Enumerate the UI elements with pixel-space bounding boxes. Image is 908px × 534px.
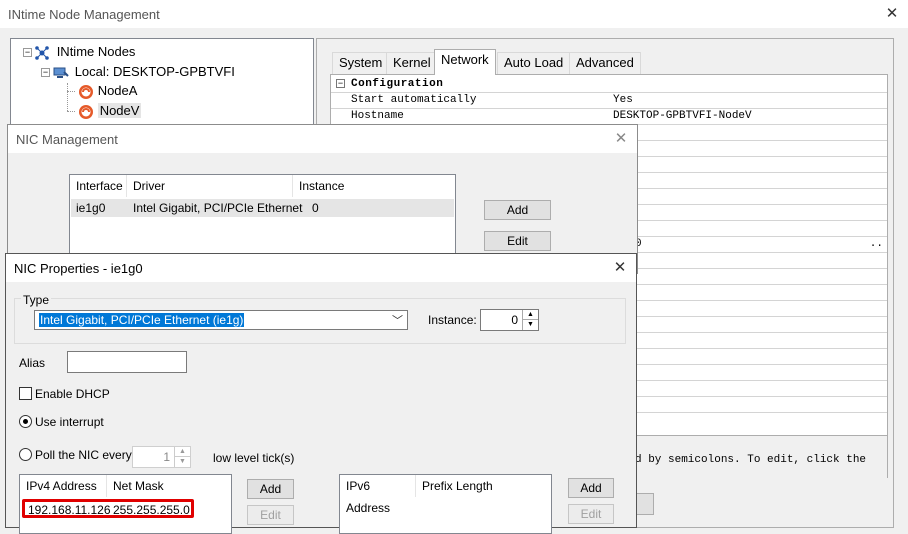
nic-mgmt-close-icon[interactable]: ✕ bbox=[613, 131, 629, 147]
spin-up-icon[interactable]: ▲ bbox=[174, 447, 190, 457]
tree-local[interactable]: − Local: DESKTOP-GPBTVFI bbox=[41, 64, 235, 80]
tree-local-label: Local: DESKTOP-GPBTVFI bbox=[74, 64, 235, 79]
collapse-icon[interactable]: − bbox=[23, 48, 32, 58]
poll-stepper[interactable]: 1 ▲ ▼ bbox=[132, 446, 191, 468]
main-bottom-button[interactable] bbox=[634, 493, 654, 515]
tree-node-label: NodeV bbox=[97, 103, 142, 118]
tab-system[interactable]: System bbox=[332, 52, 390, 74]
poll-label: Poll the NIC every bbox=[35, 448, 132, 462]
tab-network[interactable]: Network bbox=[434, 49, 496, 75]
tree-root-label: INtime Nodes bbox=[56, 44, 136, 59]
enable-dhcp-checkbox[interactable] bbox=[19, 387, 32, 400]
type-dropdown[interactable]: Intel Gigabit, PCI/PCIe Ethernet (ie1g) … bbox=[34, 310, 408, 330]
grid-row[interactable]: Start automatically Yes bbox=[331, 93, 887, 109]
description-text: d by semicolons. To edit, click the bbox=[635, 454, 867, 466]
grid-key: Hostname bbox=[351, 110, 404, 122]
poll-radio[interactable] bbox=[19, 448, 32, 461]
alias-input[interactable] bbox=[67, 351, 187, 373]
collapse-icon[interactable]: − bbox=[336, 79, 345, 88]
network-nodes-icon bbox=[35, 46, 50, 60]
nic-interface: ie1g0 bbox=[76, 201, 106, 215]
node-tree: − INtime Nodes − Local: DESKTOP-GPBTVFI … bbox=[10, 38, 314, 130]
column-header-prefix-length[interactable]: Prefix Length bbox=[416, 475, 551, 497]
nic-mgmt-title-bar: NIC Management bbox=[8, 125, 637, 153]
grid-section[interactable]: − Configuration bbox=[331, 76, 887, 93]
tab-auto-load[interactable]: Auto Load bbox=[497, 52, 571, 74]
grid-row[interactable]: Hostname DESKTOP-GPBTVFI-NodeV bbox=[331, 109, 887, 125]
tab-advanced[interactable]: Advanced bbox=[569, 52, 641, 74]
grid-value: DESKTOP-GPBTVFI-NodeV bbox=[613, 110, 752, 122]
type-dropdown-value: Intel Gigabit, PCI/PCIe Ethernet (ie1g) bbox=[39, 313, 245, 327]
grid-section-label: Configuration bbox=[351, 78, 444, 90]
ipv6-add-button[interactable]: Add bbox=[568, 478, 614, 498]
nic-properties-window: NIC Properties - ie1g0 ✕ Type Intel Giga… bbox=[5, 253, 637, 534]
column-header-ipv4-address[interactable]: IPv4 Address bbox=[20, 475, 107, 497]
nic-props-title-bar: NIC Properties - ie1g0 bbox=[6, 254, 636, 282]
column-header-driver[interactable]: Driver bbox=[127, 175, 293, 197]
nic-props-title: NIC Properties - ie1g0 bbox=[14, 260, 143, 276]
nic-edit-button[interactable]: Edit bbox=[484, 231, 551, 251]
main-title-bar: INtime Node Management bbox=[0, 0, 908, 28]
tree-node-label: NodeA bbox=[97, 83, 138, 98]
type-label: Type bbox=[21, 293, 52, 307]
spin-up-icon[interactable]: ▲ bbox=[522, 310, 538, 320]
ellipsis-button[interactable]: .. bbox=[870, 238, 883, 250]
column-header-instance[interactable]: Instance bbox=[293, 175, 453, 197]
main-close-icon[interactable]: ✕ bbox=[884, 6, 900, 22]
ipv4-edit-button[interactable]: Edit bbox=[247, 505, 294, 525]
nic-props-close-icon[interactable]: ✕ bbox=[612, 260, 628, 276]
nic-management-window: NIC Management ✕ Interface Driver Instan… bbox=[7, 124, 638, 274]
grid-value: Yes bbox=[613, 94, 633, 106]
ipv4-add-button[interactable]: Add bbox=[247, 479, 294, 499]
main-title: INtime Node Management bbox=[8, 6, 160, 22]
spin-down-icon[interactable]: ▼ bbox=[174, 457, 190, 467]
ipv6-edit-button[interactable]: Edit bbox=[568, 504, 614, 524]
tab-kernel[interactable]: Kernel bbox=[386, 52, 438, 74]
enable-dhcp-label: Enable DHCP bbox=[35, 387, 110, 401]
spin-down-icon[interactable]: ▼ bbox=[522, 320, 538, 330]
collapse-icon[interactable]: − bbox=[41, 68, 50, 78]
ipv6-list[interactable]: IPv6 Address Prefix Length bbox=[339, 474, 552, 534]
column-header-net-mask[interactable]: Net Mask bbox=[107, 475, 231, 497]
tree-root[interactable]: − INtime Nodes bbox=[23, 44, 135, 60]
nic-mgmt-title: NIC Management bbox=[16, 131, 118, 147]
ipv4-address: 192.168.11.126 bbox=[28, 503, 111, 517]
nic-driver: Intel Gigabit, PCI/PCIe Ethernet bbox=[133, 201, 303, 215]
instance-stepper[interactable]: 0 ▲ ▼ bbox=[480, 309, 539, 331]
tree-node-a[interactable]: NodeA bbox=[67, 83, 137, 100]
node-icon bbox=[79, 84, 94, 99]
column-header-interface[interactable]: Interface bbox=[70, 175, 127, 197]
grid-key: Start automatically bbox=[351, 94, 477, 106]
alias-label: Alias bbox=[19, 356, 46, 370]
computer-icon bbox=[53, 67, 70, 78]
list-item[interactable]: 192.168.11.126 255.255.255.0 bbox=[22, 499, 194, 518]
nic-add-button[interactable]: Add bbox=[484, 200, 551, 220]
node-icon bbox=[79, 104, 94, 119]
nic-instance: 0 bbox=[312, 201, 319, 215]
use-interrupt-label: Use interrupt bbox=[35, 415, 104, 429]
tree-node-v[interactable]: NodeV bbox=[67, 103, 142, 120]
instance-value: 0 bbox=[511, 313, 518, 327]
ipv4-net-mask: 255.255.255.0 bbox=[113, 503, 190, 517]
poll-value: 1 bbox=[163, 450, 170, 464]
column-header-ipv6-address[interactable]: IPv6 Address bbox=[340, 475, 416, 515]
chevron-down-icon[interactable]: ﹀ bbox=[392, 312, 403, 328]
instance-label: Instance: bbox=[428, 313, 477, 327]
list-item[interactable]: ie1g0 Intel Gigabit, PCI/PCIe Ethernet 0 bbox=[71, 199, 454, 217]
use-interrupt-radio[interactable] bbox=[19, 415, 32, 428]
poll-unit-label: low level tick(s) bbox=[213, 451, 295, 465]
ipv4-list[interactable]: IPv4 Address Net Mask 192.168.11.126 255… bbox=[19, 474, 232, 534]
